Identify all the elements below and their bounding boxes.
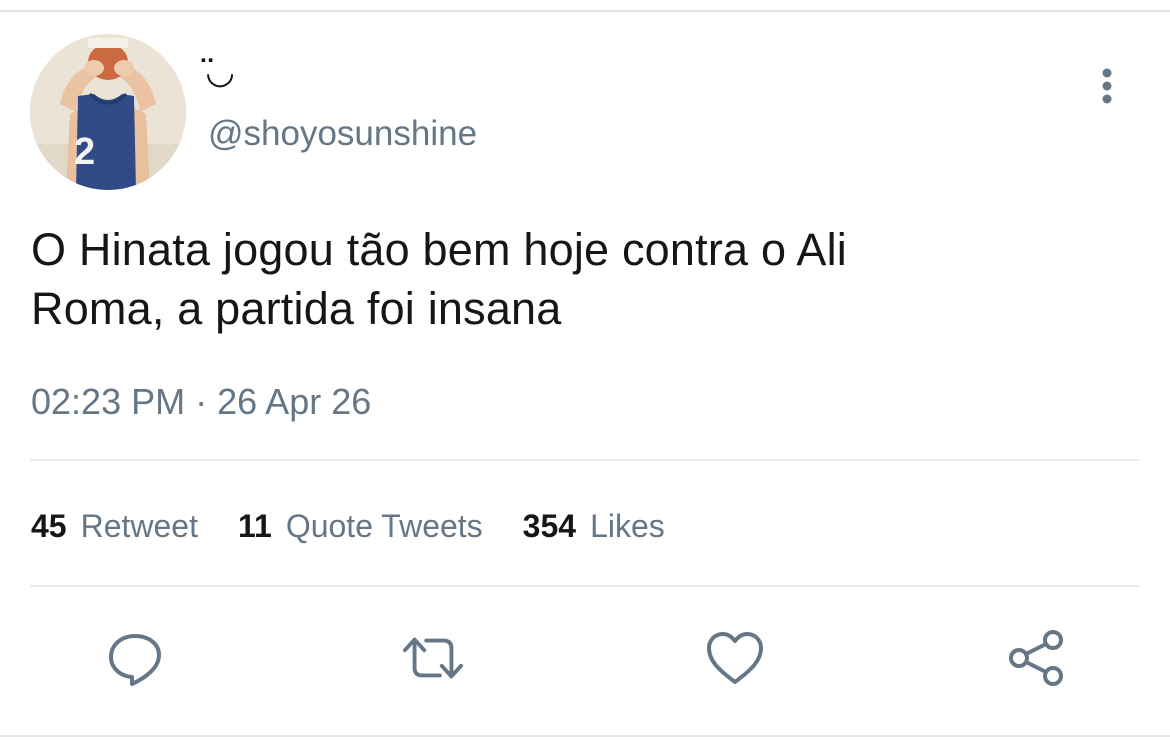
retweet-label: Retweet <box>80 508 198 544</box>
share-icon <box>1009 630 1063 686</box>
reply-icon <box>109 634 161 686</box>
avatar[interactable]: 2 <box>30 34 186 190</box>
retweet-icon <box>402 637 464 679</box>
heart-icon <box>707 632 763 684</box>
tweet-text-line-1: O Hinata jogou tão bem hoje contra o Ali <box>31 224 848 275</box>
user-handle[interactable]: @shoyosunshine <box>208 114 477 154</box>
like-button[interactable] <box>703 626 767 690</box>
retweet-button[interactable] <box>401 626 465 690</box>
divider <box>30 585 1140 587</box>
likes-stat[interactable]: 354 Likes <box>523 506 665 546</box>
tweet-detail: 2 ̈◡ @shoyosunshine O Hinata jogou tão b… <box>0 14 1170 741</box>
avatar-image: 2 <box>30 34 186 190</box>
more-vertical-icon <box>1102 68 1112 104</box>
tweet-stats: 45 Retweet 11 Quote Tweets 354 Likes <box>31 506 705 546</box>
retweet-stat[interactable]: 45 Retweet <box>31 506 198 546</box>
share-button[interactable] <box>1004 626 1068 690</box>
bottom-border <box>0 735 1170 741</box>
quote-tweets-stat[interactable]: 11 Quote Tweets <box>238 506 483 546</box>
quote-tweets-label: Quote Tweets <box>285 508 483 544</box>
likes-count: 354 <box>522 508 577 544</box>
tweet-text: O Hinata jogou tão bem hoje contra o Ali… <box>31 220 1131 338</box>
timestamp-separator: · <box>195 381 208 422</box>
tweet-date: 26 Apr 26 <box>217 381 372 422</box>
tweet-timestamp[interactable]: 02:23 PM · 26 Apr 26 <box>31 380 371 424</box>
likes-label: Likes <box>590 508 665 544</box>
tweet-text-line-2: Roma, a partida foi insana <box>31 283 562 334</box>
tweet-time: 02:23 PM <box>31 381 186 422</box>
divider <box>30 459 1140 461</box>
retweet-count: 45 <box>31 508 67 544</box>
quote-tweets-count: 11 <box>237 508 272 544</box>
top-border <box>0 0 1170 12</box>
reply-button[interactable] <box>103 626 167 690</box>
svg-text:2: 2 <box>74 131 95 173</box>
display-name[interactable]: ̈◡ <box>207 52 233 92</box>
more-options-button[interactable] <box>1090 64 1124 108</box>
